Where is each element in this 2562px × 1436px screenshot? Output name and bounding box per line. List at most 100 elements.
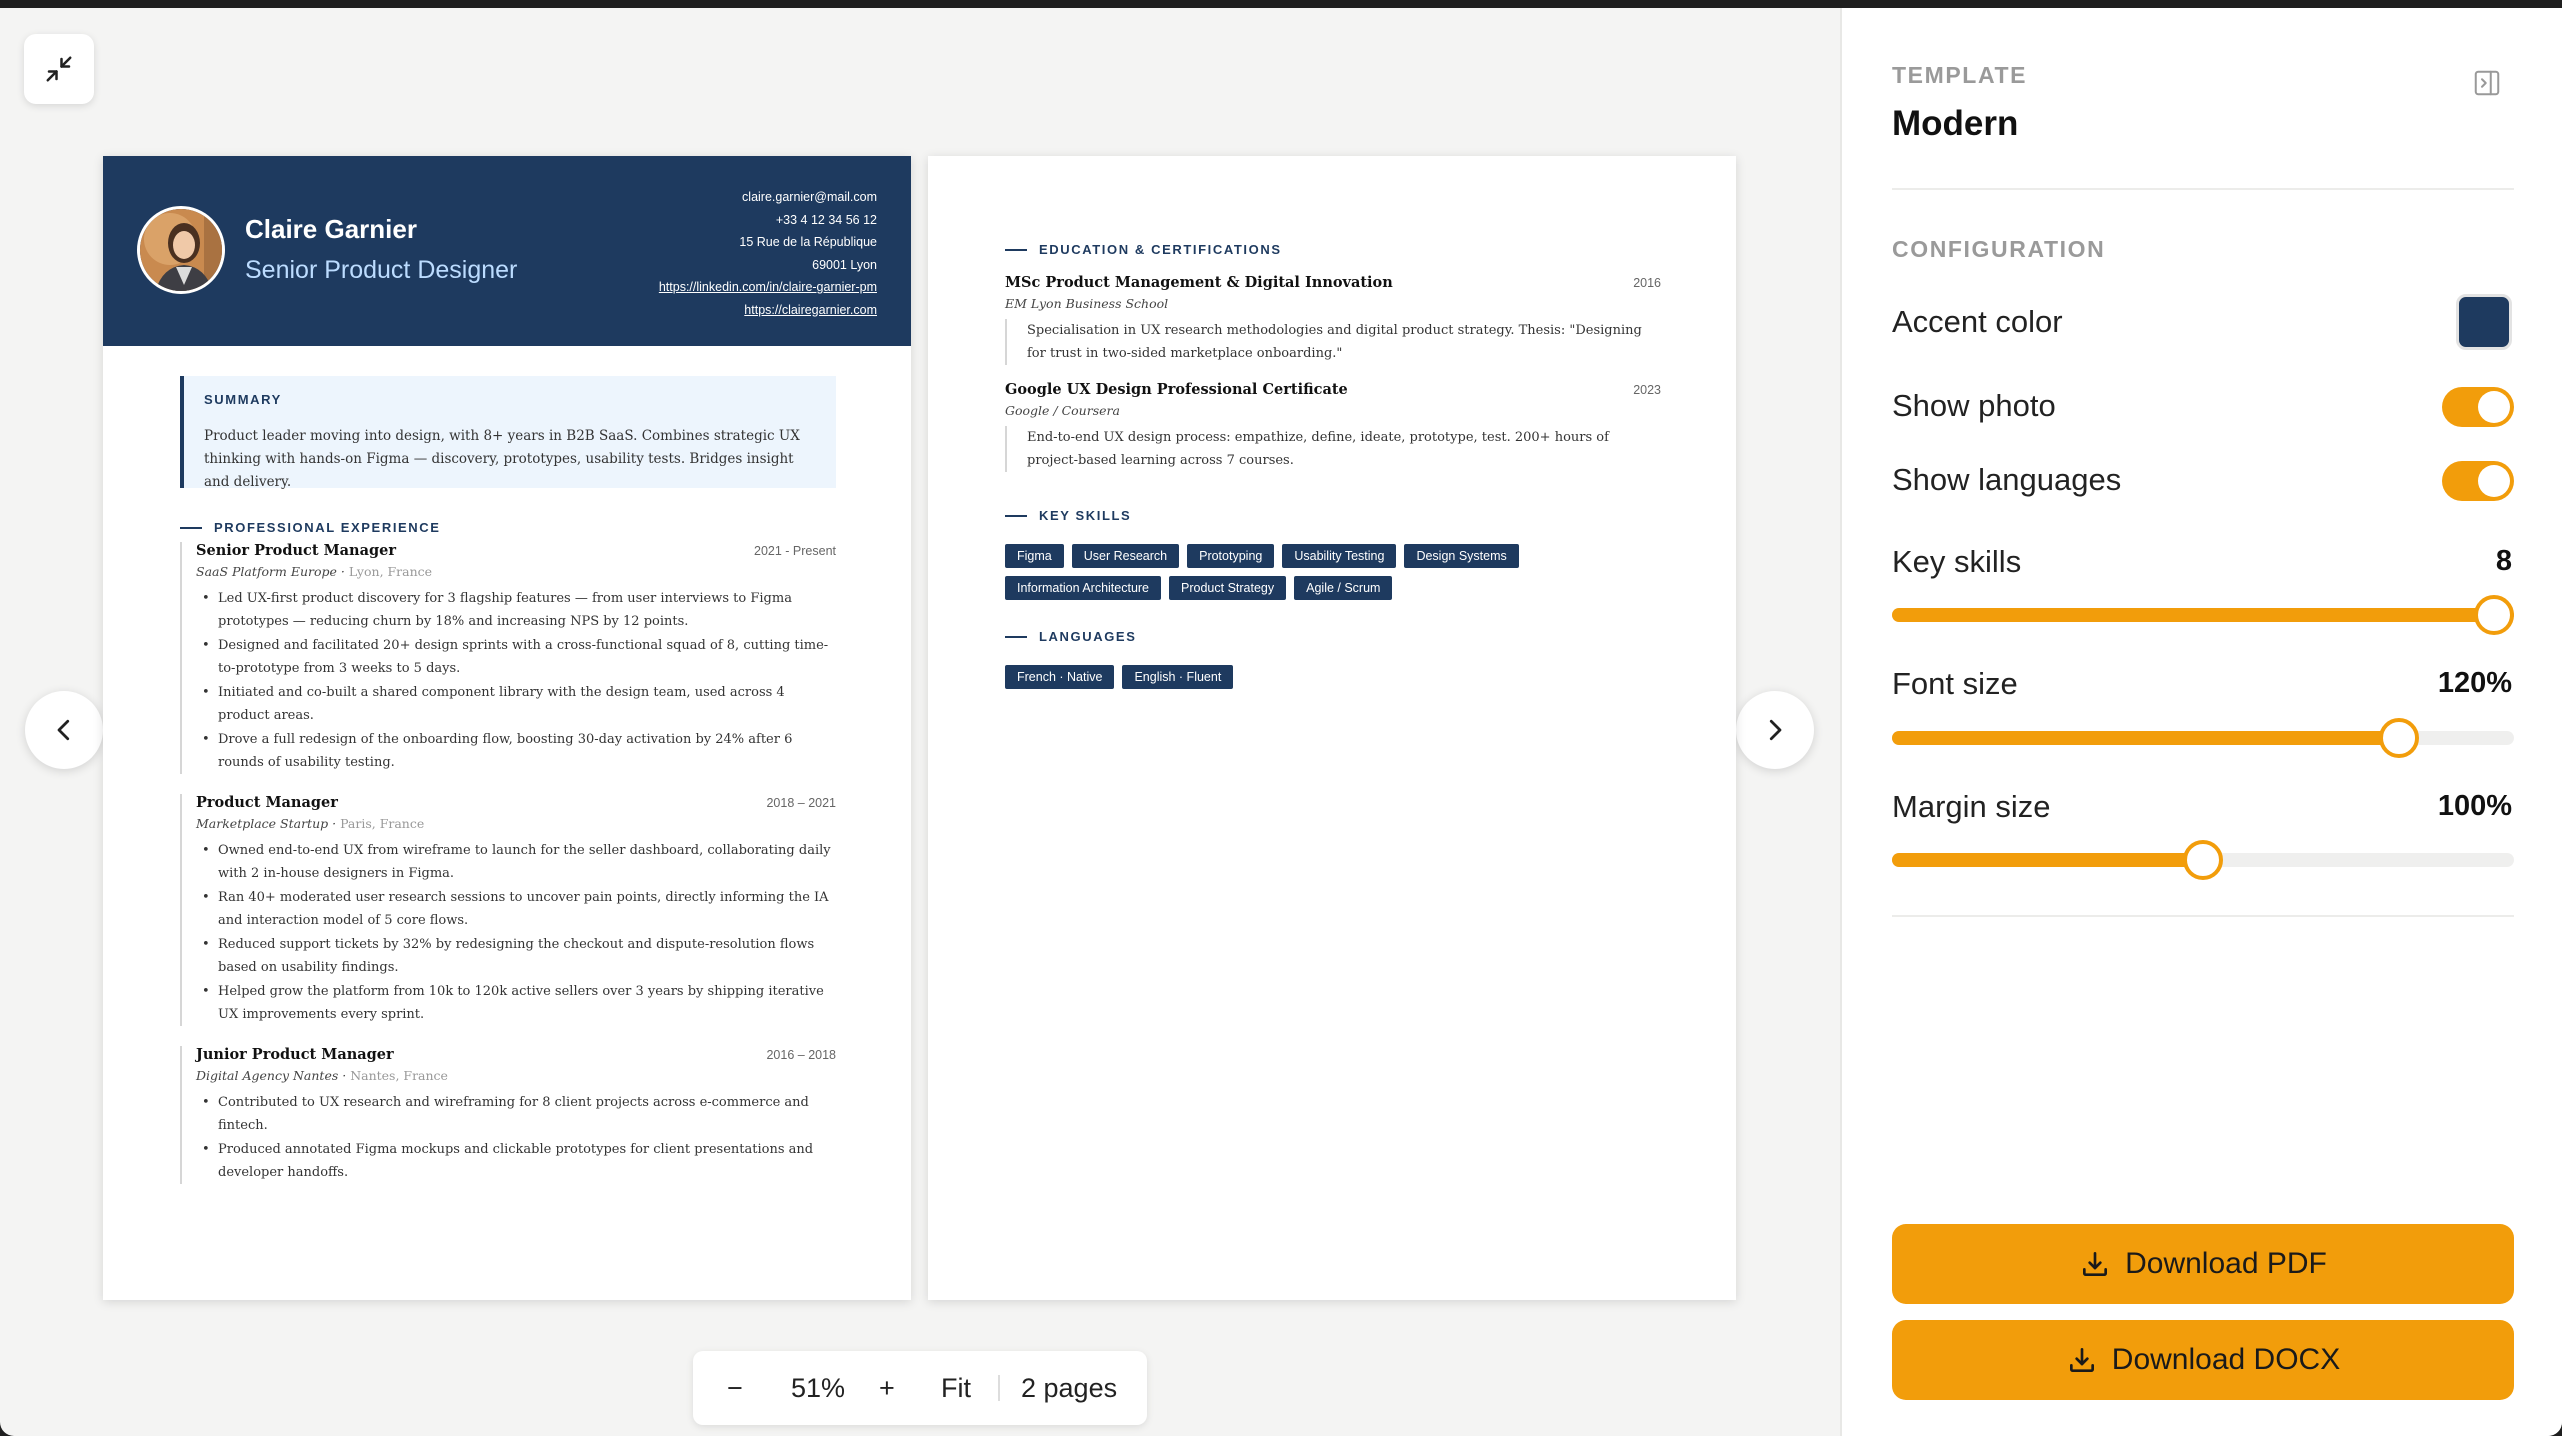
experience-role: Junior Product Manager [196, 1046, 394, 1063]
experience-entry: Senior Product Manager 2021 - Present Sa… [180, 542, 836, 774]
heading-rule [180, 526, 202, 529]
languages-heading: LANGUAGES [1005, 629, 1136, 644]
key-skills-value: 8 [2495, 545, 2512, 577]
experience-bullet: Reduced support tickets by 32% by redesi… [196, 933, 836, 979]
margin-size-slider[interactable] [1892, 840, 2514, 880]
education-degree: Google UX Design Professional Certificat… [1005, 381, 1348, 398]
resume-job-title: Senior Product Designer [245, 256, 518, 284]
education-description: End-to-end UX design process: empathize,… [1005, 426, 1661, 472]
resume-preview: Claire Garnier Senior Product Designer c… [0, 8, 1840, 1436]
experience-company: Digital Agency Nantes [196, 1068, 339, 1083]
show-photo-toggle[interactable] [2442, 387, 2514, 427]
contact-linkedin-link[interactable]: https://linkedin.com/in/claire-garnier-p… [659, 276, 877, 299]
key-skills-label: Key skills [1892, 544, 2022, 579]
experience-company: Marketplace Startup [196, 816, 329, 831]
contact-email[interactable]: claire.garnier@mail.com [659, 186, 877, 209]
panel-collapse-icon [2474, 70, 2500, 96]
education-school: Google / Coursera [1005, 403, 1120, 418]
experience-dates: 2018 – 2021 [766, 796, 836, 810]
summary-box: SUMMARY Product leader moving into desig… [180, 376, 836, 490]
key-skills-slider[interactable] [1892, 595, 2514, 635]
experience-entry: Product Manager 2018 – 2021 Marketplace … [180, 794, 836, 1026]
collapse-button[interactable] [24, 34, 94, 104]
skill-tag: Usability Testing [1282, 544, 1397, 568]
heading-rule [1005, 248, 1027, 251]
download-pdf-button[interactable]: Download PDF [1892, 1224, 2514, 1304]
contact-website-link[interactable]: https://clairegarnier.com [659, 299, 877, 322]
resume-page-1: Claire Garnier Senior Product Designer c… [103, 156, 911, 1300]
show-languages-label: Show languages [1892, 462, 2122, 497]
resume-header: Claire Garnier Senior Product Designer c… [103, 156, 911, 346]
experience-bullet: Produced annotated Figma mockups and cli… [196, 1138, 836, 1184]
experience-bullet: Initiated and co-built a shared componen… [196, 681, 836, 727]
skill-tag: Product Strategy [1169, 576, 1287, 600]
chevron-left-icon [57, 719, 70, 741]
experience-entry: Junior Product Manager 2016 – 2018 Digit… [180, 1046, 836, 1184]
experience-bullet: Designed and facilitated 20+ design spri… [196, 634, 836, 680]
download-docx-button[interactable]: Download DOCX [1892, 1320, 2514, 1400]
template-name[interactable]: Modern [1892, 104, 2018, 144]
languages-heading-text: LANGUAGES [1039, 629, 1137, 644]
toolbar-divider [998, 1375, 1000, 1401]
slider-fill [1892, 608, 2514, 622]
toggle-knob [2478, 465, 2510, 497]
zoom-level: 51% [791, 1372, 846, 1403]
download-icon [2083, 1252, 2108, 1276]
experience-company: SaaS Platform Europe [196, 564, 337, 579]
skill-tag: User Research [1071, 544, 1180, 568]
experience-bullet: Owned end-to-end UX from wireframe to la… [196, 839, 836, 885]
education-description: Specialisation in UX research methodolog… [1005, 319, 1661, 365]
sidebar-divider [1892, 188, 2514, 190]
education-heading: EDUCATION & CERTIFICATIONS [1005, 242, 1282, 257]
experience-location: Lyon, France [348, 564, 433, 579]
heading-rule [1005, 635, 1027, 638]
fit-button[interactable]: Fit [941, 1373, 971, 1404]
chevron-right-icon [1769, 719, 1782, 741]
language-tag: English · Fluent [1122, 665, 1234, 689]
next-page-button[interactable] [1736, 691, 1814, 769]
show-languages-toggle[interactable] [2442, 461, 2514, 501]
accent-color-swatch[interactable] [2456, 294, 2512, 350]
experience-dates: 2021 - Present [754, 544, 836, 558]
summary-heading: SUMMARY [204, 392, 282, 407]
contact-phone: +33 4 12 34 56 12 [775, 212, 877, 227]
show-photo-label: Show photo [1892, 388, 2056, 423]
experience-heading: PROFESSIONAL EXPERIENCE [180, 520, 441, 535]
slider-fill [1892, 853, 2203, 867]
education-entry: MSc Product Management & Digital Innovat… [1005, 274, 1661, 365]
resume-name: Claire Garnier [245, 214, 417, 244]
experience-bullet: Led UX-first product discovery for 3 fla… [196, 587, 836, 633]
experience-list: Senior Product Manager 2021 - Present Sa… [180, 542, 836, 1204]
app-window: Claire Garnier Senior Product Designer c… [0, 8, 2562, 1436]
font-size-slider[interactable] [1892, 718, 2514, 758]
download-pdf-label: Download PDF [2125, 1247, 2327, 1280]
skill-tag: Design Systems [1404, 544, 1519, 568]
template-label: TEMPLATE [1892, 62, 2028, 88]
skill-tag: Figma [1005, 544, 1064, 568]
language-tag: French · Native [1005, 665, 1115, 689]
previous-page-button[interactable] [25, 691, 103, 769]
slider-thumb[interactable] [2474, 595, 2514, 635]
contact-street: 15 Rue de la République [739, 235, 877, 249]
education-school: EM Lyon Business School [1005, 296, 1169, 311]
education-degree: MSc Product Management & Digital Innovat… [1005, 274, 1393, 291]
toggle-knob [2478, 391, 2510, 423]
slider-thumb[interactable] [2378, 718, 2419, 758]
toggle-panel-button[interactable] [2472, 68, 2502, 103]
sidebar-divider [1892, 915, 2514, 917]
skill-tag: Prototyping [1187, 544, 1275, 568]
experience-bullet: Ran 40+ moderated user research sessions… [196, 886, 836, 932]
heading-rule [1005, 514, 1027, 517]
download-docx-label: Download DOCX [2111, 1343, 2341, 1376]
summary-text: Product leader moving into design, with … [204, 428, 800, 490]
slider-fill [1892, 731, 2399, 745]
education-year: 2023 [1633, 383, 1661, 397]
skills-heading: KEY SKILLS [1005, 508, 1131, 523]
zoom-in-button[interactable]: + [879, 1373, 895, 1404]
slider-thumb[interactable] [2183, 840, 2223, 880]
education-list: MSc Product Management & Digital Innovat… [1005, 274, 1661, 488]
experience-bullet: Helped grow the platform from 10k to 120… [196, 980, 836, 1026]
zoom-out-button[interactable]: − [727, 1373, 743, 1404]
experience-bullet: Drove a full redesign of the onboarding … [196, 728, 836, 774]
config-sidebar: TEMPLATE Modern CONFIGURATION Accent col… [1840, 8, 2562, 1436]
